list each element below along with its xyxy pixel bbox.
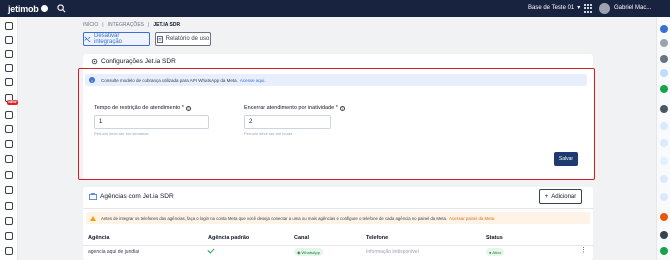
rail-avatar-icon[interactable]: [660, 213, 668, 221]
divider: [83, 208, 593, 209]
column-header-phone: Telefone: [366, 235, 389, 241]
logo-badge-icon: [40, 5, 48, 12]
flag-icon[interactable]: [5, 186, 13, 194]
document-icon[interactable]: [5, 50, 13, 58]
chevron-down-icon: ▾: [577, 5, 581, 11]
search-icon[interactable]: [56, 4, 67, 14]
rail-avatar-icon[interactable]: [660, 85, 668, 93]
rail-avatar-icon[interactable]: [660, 39, 668, 47]
meta-panel-link[interactable]: Acessar painel da Meta.: [449, 216, 495, 221]
whatsapp-icon: ◉: [297, 249, 301, 255]
new-badge: NEW: [7, 100, 18, 105]
usage-report-button[interactable]: Relatório de uso: [155, 32, 211, 46]
rail-avatar-icon[interactable]: [660, 247, 668, 255]
apps-grid-icon[interactable]: [584, 4, 593, 13]
rail-avatar-icon[interactable]: [660, 25, 668, 33]
key-icon[interactable]: [5, 64, 13, 72]
agency-name-cell: agencia aqui de jundiai: [88, 249, 140, 255]
logo-text: jetimob: [8, 3, 39, 14]
rail-avatar-icon[interactable]: [660, 231, 668, 239]
refresh-icon[interactable]: [5, 111, 13, 119]
user-name[interactable]: Gabriel Mac...: [614, 5, 651, 11]
rail-avatar-icon[interactable]: [660, 193, 668, 201]
right-chat-rail: [656, 17, 670, 260]
usage-report-label: Relatório de uso: [165, 36, 210, 42]
meta-warning-text: Antes de integrar os telefones das agênc…: [101, 215, 448, 221]
logo[interactable]: jetimob: [8, 4, 48, 14]
user-avatar[interactable]: [599, 3, 610, 14]
agencies-title-text: Agências com Jet.ia SDR: [100, 193, 174, 200]
megaphone-icon[interactable]: [5, 171, 13, 179]
people-icon[interactable]: [5, 140, 13, 148]
deactivate-integration-label: Desativar integração: [94, 33, 123, 45]
unlink-icon: [84, 36, 91, 42]
column-header-default-agency: Agência padrão: [208, 235, 250, 241]
status-badge-label: Ativo: [492, 249, 502, 255]
left-sidebar: NEW: [0, 17, 18, 260]
help-circle-icon[interactable]: [5, 247, 13, 255]
status-badge: ● Ativo: [486, 248, 505, 256]
rail-avatar-icon[interactable]: [660, 175, 668, 183]
warning-icon: [90, 215, 96, 221]
channel-chip-label: WhatsApp: [301, 249, 320, 255]
pin-icon[interactable]: [5, 78, 13, 86]
column-header-status: Status: [486, 235, 503, 241]
breadcrumb-home[interactable]: INÍCIO: [83, 22, 98, 28]
deactivate-integration-button[interactable]: Desativar integração: [83, 32, 150, 46]
base-selector-label: Base de Teste 01: [528, 4, 575, 11]
report-icon: [156, 35, 163, 43]
rail-avatar-icon[interactable]: [660, 105, 668, 113]
rail-avatar-icon[interactable]: [660, 55, 668, 63]
top-bar: jetimob Base de Teste 01 ▾ Gabriel Mac..…: [0, 0, 670, 17]
check-circle-icon[interactable]: [5, 155, 13, 163]
breadcrumb-separator: |: [102, 22, 104, 28]
building-icon: [89, 193, 97, 200]
wallet-icon[interactable]: [5, 202, 13, 210]
column-header-channel: Canal: [294, 235, 309, 241]
breadcrumb-integrations[interactable]: INTEGRAÇÕES: [108, 22, 144, 28]
channel-chip: ◉ WhatsApp: [294, 248, 323, 256]
building-icon[interactable]: [5, 36, 13, 44]
folder-icon[interactable]: [5, 125, 13, 133]
highlight-frame: [78, 68, 595, 180]
plus-icon: +: [544, 193, 549, 200]
add-agency-label: Adicionar: [551, 193, 577, 200]
chart-icon[interactable]: [5, 217, 13, 225]
config-card-title: Configurações Jet.ia SDR: [91, 58, 176, 65]
column-header-agency: Agência: [88, 235, 110, 241]
breadcrumb-separator: |: [148, 22, 150, 28]
breadcrumb: INÍCIO | INTEGRAÇÕES | JET.IA SDR: [83, 22, 180, 28]
status-check-icon: ●: [489, 249, 492, 255]
phone-cell: Informação indisponível: [366, 249, 419, 255]
rail-avatar-icon[interactable]: [660, 122, 668, 130]
breadcrumb-current: JET.IA SDR: [153, 22, 181, 28]
gear-icon: [91, 58, 98, 65]
row-menu-icon[interactable]: ⋮: [580, 247, 587, 254]
rail-avatar-icon[interactable]: [660, 139, 668, 147]
settings-icon[interactable]: [5, 232, 13, 240]
config-title-text: Configurações Jet.ia SDR: [101, 58, 176, 65]
rail-avatar-icon[interactable]: [660, 157, 668, 165]
agencies-card-title: Agências com Jet.ia SDR: [89, 193, 174, 200]
rail-avatar-icon[interactable]: [660, 69, 668, 77]
base-selector[interactable]: Base de Teste 01 ▾: [528, 4, 581, 12]
home-icon[interactable]: [5, 22, 13, 30]
divider: [83, 245, 593, 246]
meta-warning-banner: Antes de integrar os telefones das agênc…: [86, 212, 590, 224]
add-agency-button[interactable]: + Adicionar: [539, 189, 582, 204]
